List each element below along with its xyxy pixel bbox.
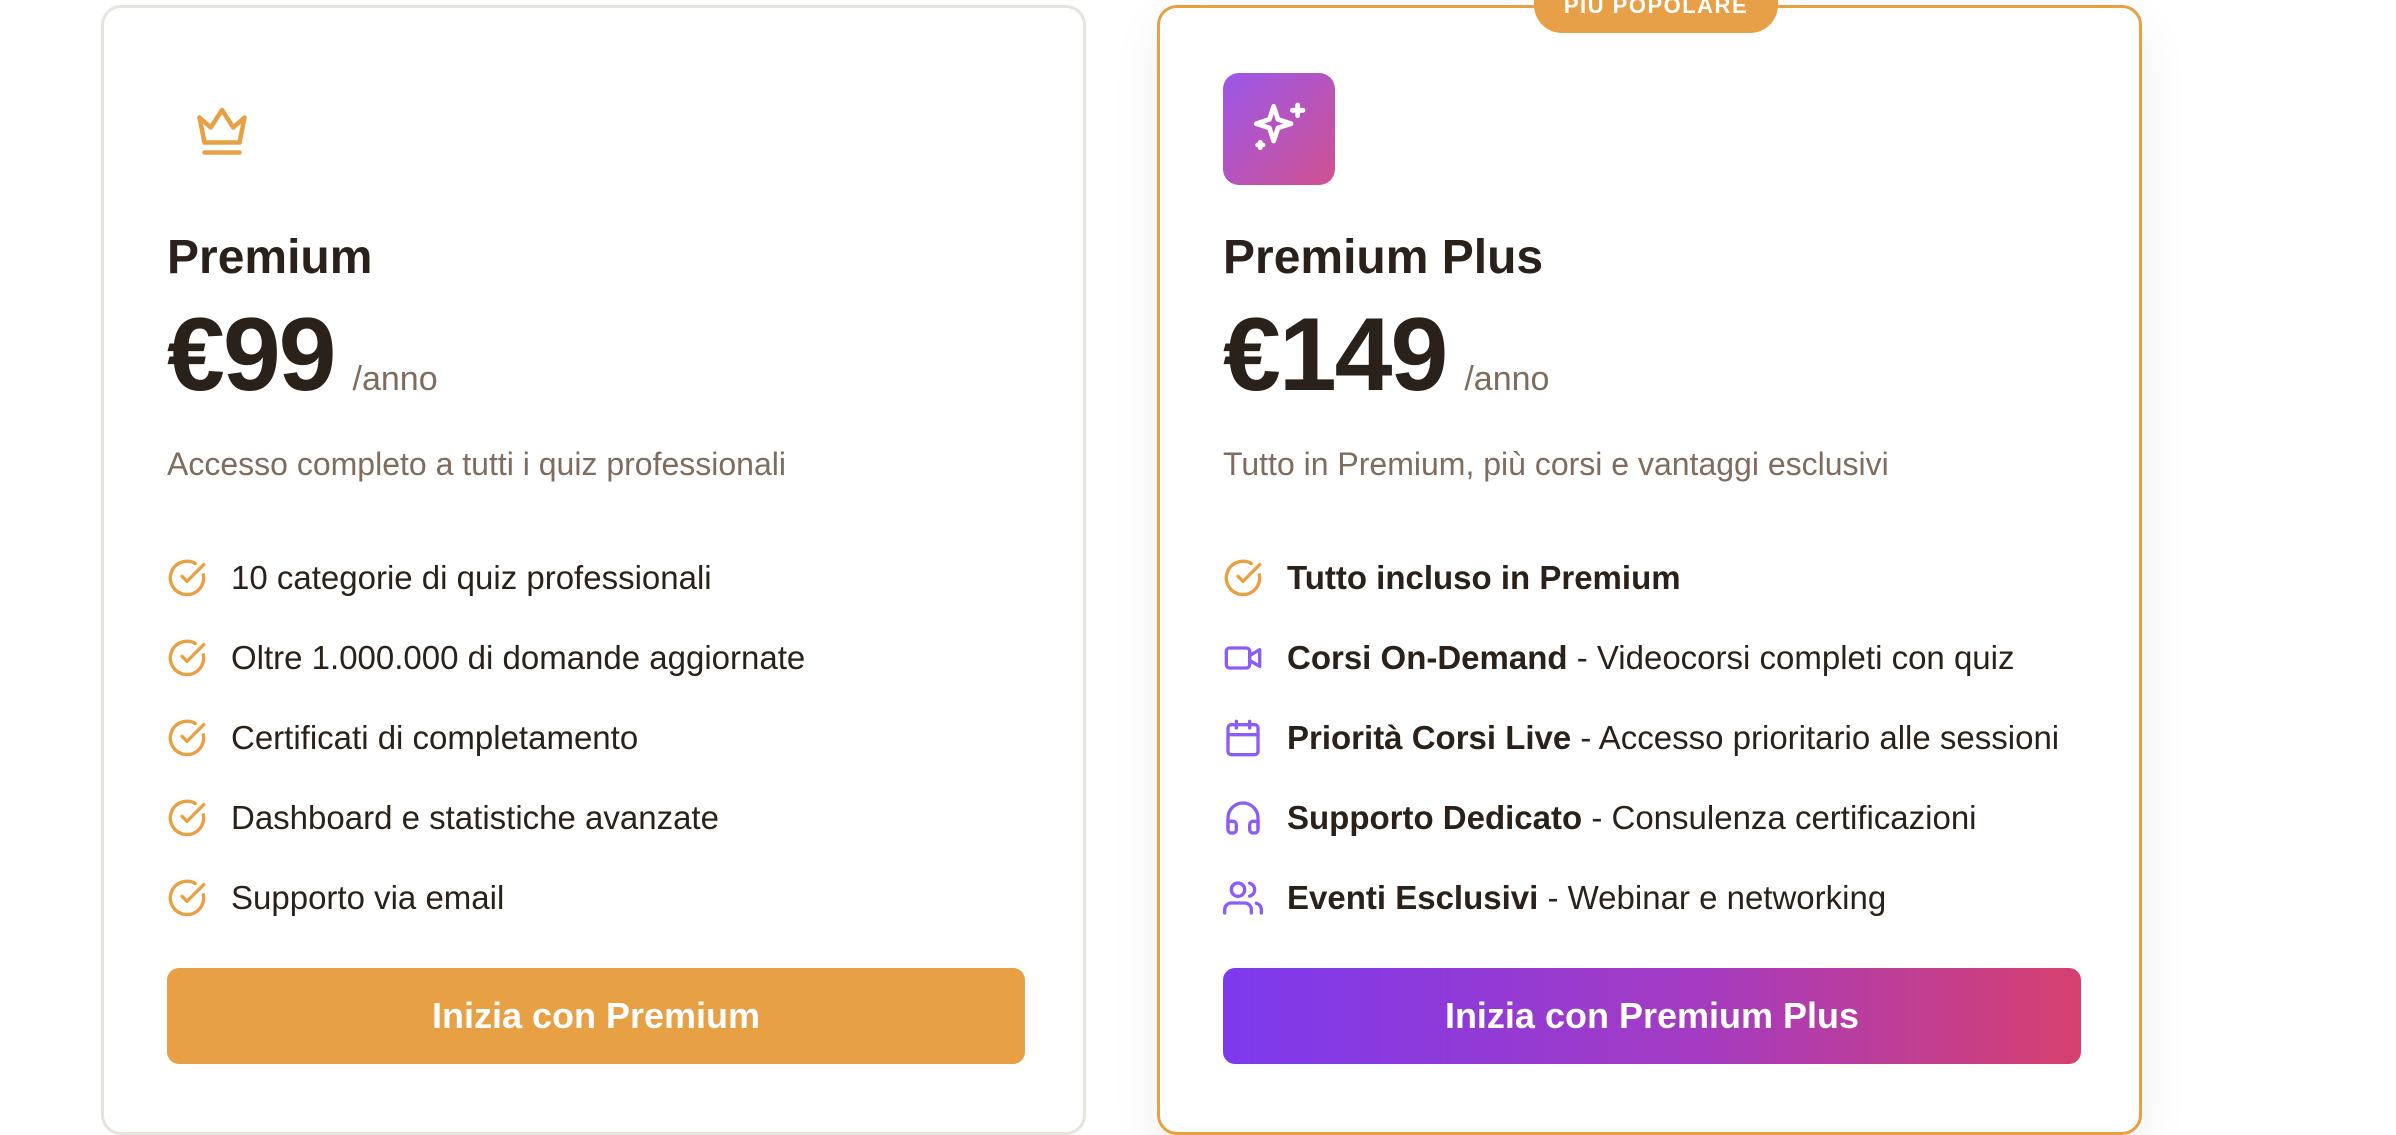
feature-title: Supporto Dedicato xyxy=(1287,799,1583,836)
check-circle-icon xyxy=(167,718,207,758)
feature-text: Supporto via email xyxy=(231,879,505,916)
feature-item: Supporto Dedicato - Consulenza certifica… xyxy=(1223,778,2059,858)
plan-name: Premium Plus xyxy=(1223,231,1544,284)
feature-text: - Accesso prioritario alle sessioni xyxy=(1571,719,2060,756)
plan-card-premium: Premium €99 /anno Accesso completo a tut… xyxy=(101,5,1086,1135)
feature-text: Dashboard e statistiche avanzate xyxy=(231,799,719,836)
feature-text: - Videocorsi completi con quiz xyxy=(1567,639,2015,676)
feature-item: Oltre 1.000.000 di domande aggiornate xyxy=(167,618,805,698)
feature-item: Tutto incluso in Premium xyxy=(1223,538,2059,618)
users-icon xyxy=(1223,878,1263,918)
feature-list: Tutto incluso in Premium Corsi On-Demand… xyxy=(1223,538,2059,938)
feature-item: Corsi On-Demand - Videocorsi completi co… xyxy=(1223,618,2059,698)
sparkles-icon xyxy=(1223,73,1335,185)
plan-name: Premium xyxy=(167,231,373,284)
plan-price: €99 xyxy=(167,297,337,413)
popular-badge: PIÙ POPOLARE xyxy=(1534,0,1778,33)
plan-period: /anno xyxy=(1464,360,1550,398)
plan-period: /anno xyxy=(352,360,438,398)
headphones-icon xyxy=(1223,798,1263,838)
feature-text: Certificati di completamento xyxy=(231,719,639,756)
check-circle-icon xyxy=(167,798,207,838)
feature-item: Certificati di completamento xyxy=(167,698,805,778)
video-icon xyxy=(1223,638,1263,678)
feature-title: Eventi Esclusivi xyxy=(1287,879,1539,916)
feature-title: Priorità Corsi Live xyxy=(1287,719,1572,756)
feature-item: Supporto via email xyxy=(167,858,805,938)
check-circle-icon xyxy=(167,558,207,598)
feature-list: 10 categorie di quiz professionali Oltre… xyxy=(167,538,805,938)
plan-description: Tutto in Premium, più corsi e vantaggi e… xyxy=(1223,446,1889,482)
check-circle-icon xyxy=(167,878,207,918)
start-premium-button[interactable]: Inizia con Premium xyxy=(167,968,1025,1064)
feature-text: - Webinar e networking xyxy=(1538,879,1887,916)
feature-item: Dashboard e statistiche avanzate xyxy=(167,778,805,858)
feature-item: 10 categorie di quiz professionali xyxy=(167,538,805,618)
plan-card-premium-plus: PIÙ POPOLARE Premium Plus €149 /anno Tut… xyxy=(1157,0,2142,1135)
feature-item: Eventi Esclusivi - Webinar e networking xyxy=(1223,858,2059,938)
crown-icon xyxy=(182,90,262,170)
feature-text: 10 categorie di quiz professionali xyxy=(231,559,712,596)
feature-title: Corsi On-Demand xyxy=(1287,639,1568,676)
check-circle-icon xyxy=(1223,558,1263,598)
plan-description: Accesso completo a tutti i quiz professi… xyxy=(167,446,786,482)
check-circle-icon xyxy=(167,638,207,678)
price-row: €149 /anno xyxy=(1223,303,1549,407)
feature-title: Tutto incluso in Premium xyxy=(1287,559,1681,596)
feature-item: Priorità Corsi Live - Accesso prioritari… xyxy=(1223,698,2059,778)
feature-text: Oltre 1.000.000 di domande aggiornate xyxy=(231,639,806,676)
feature-text: - Consulenza certificazioni xyxy=(1582,799,1977,836)
plan-price: €149 xyxy=(1223,297,1448,413)
price-row: €99 /anno xyxy=(167,303,438,407)
calendar-icon xyxy=(1223,718,1263,758)
start-premium-plus-button[interactable]: Inizia con Premium Plus xyxy=(1223,968,2081,1064)
